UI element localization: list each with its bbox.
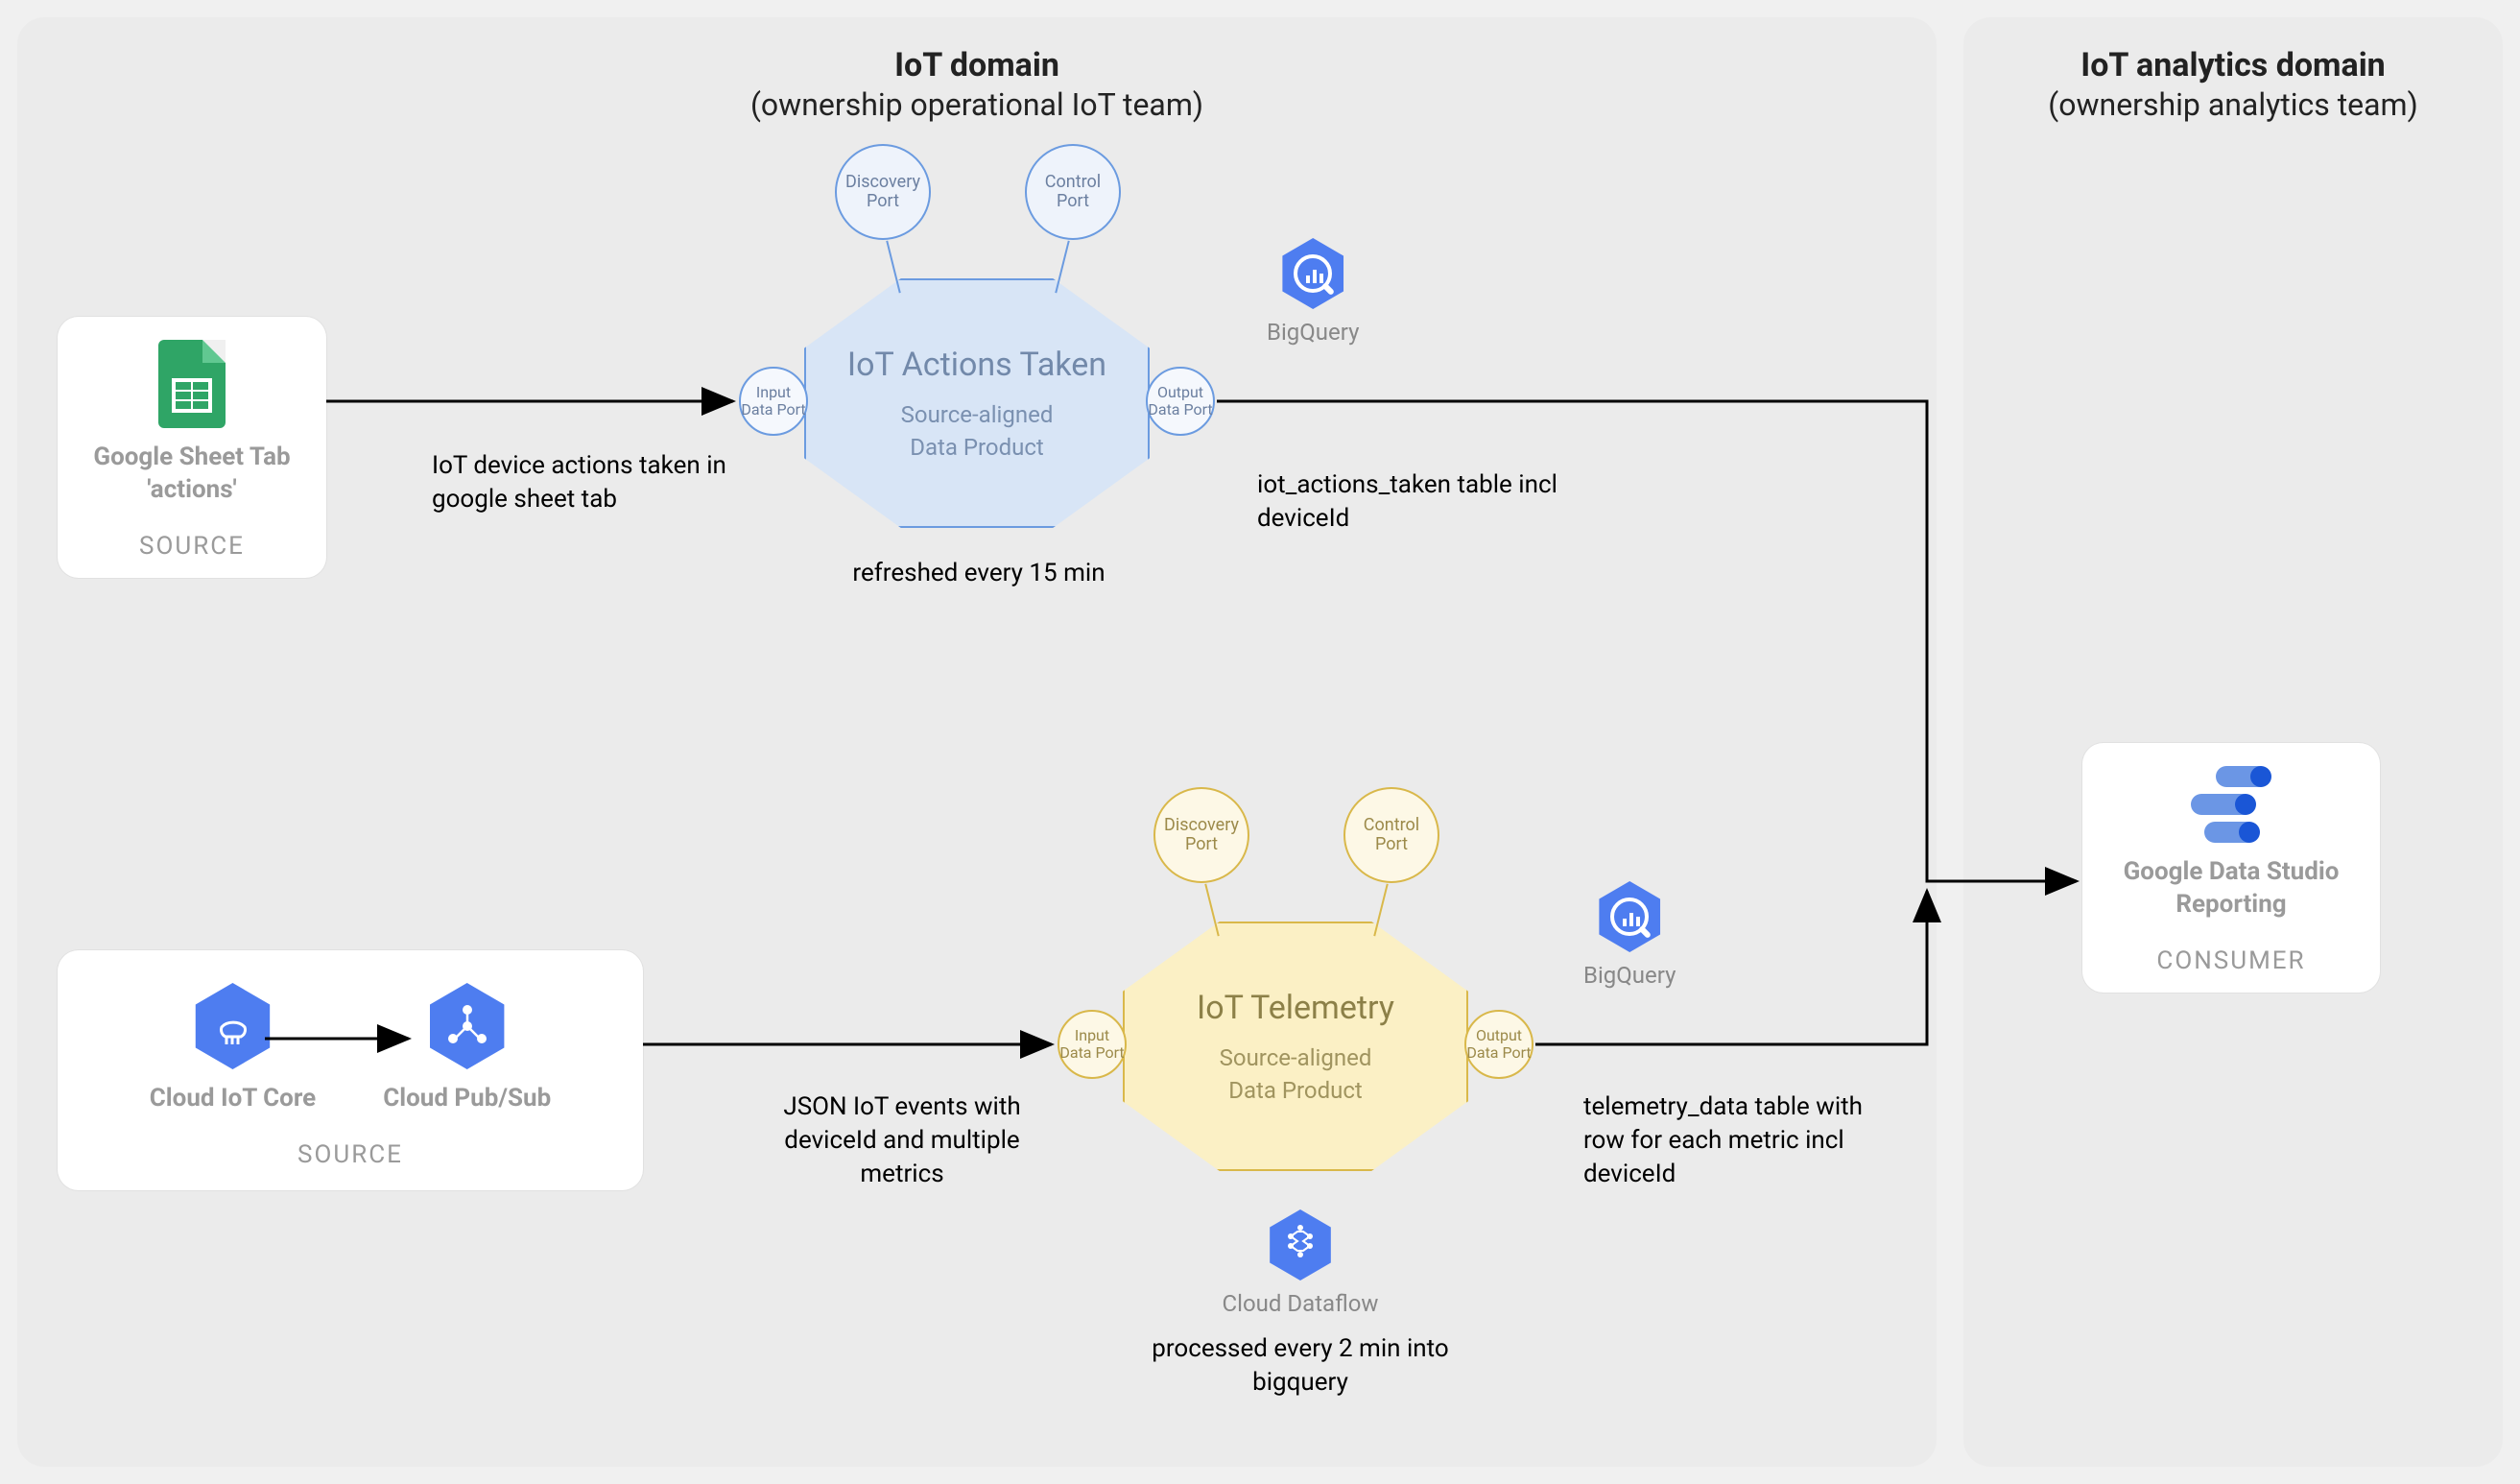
iot-actions-product: IoT Actions Taken Source-aligned Data Pr… [804, 278, 1150, 528]
telemetry-input-port: Input Data Port [1058, 1010, 1127, 1079]
source-iot-pubsub-card: Cloud IoT Core Cloud Pub/Sub SOURCE [58, 950, 643, 1190]
iot-domain-subtitle: (ownership operational IoT team) [17, 86, 1937, 123]
annotation-telemetry-table: telemetry_data table with row for each m… [1583, 1090, 1910, 1191]
cloud-dataflow-icon [1265, 1209, 1336, 1281]
consumer-label: Google Data Studio Reporting [2102, 856, 2361, 922]
dataflow-note: processed every 2 min into bigquery [1142, 1332, 1459, 1400]
consumer-role: CONSUMER [2102, 946, 2361, 975]
dataflow-label: Cloud Dataflow [1200, 1290, 1401, 1317]
telemetry-line1: Source-aligned [1220, 1044, 1372, 1071]
bigquery-label-1: BigQuery [1267, 319, 1359, 346]
bigquery-label-2: BigQuery [1583, 962, 1676, 989]
telemetry-control-port: Control Port [1343, 787, 1439, 883]
sheets-label: Google Sheet Tab 'actions' [77, 442, 307, 507]
cloud-dataflow-icon-group: Cloud Dataflow [1200, 1209, 1401, 1317]
analytics-domain-subtitle: (ownership analytics team) [1963, 86, 2503, 123]
annotation-json-events: JSON IoT events with deviceId and multip… [758, 1090, 1046, 1191]
annotation-sheet-actions: IoT device actions taken in google sheet… [432, 449, 749, 516]
iot-domain-title: IoT domain [17, 46, 1937, 84]
sheets-role: SOURCE [77, 532, 307, 561]
annotation-actions-table: iot_actions_taken table incl deviceId [1257, 468, 1574, 536]
google-sheets-icon [158, 340, 226, 428]
iot-telemetry-octagon: IoT Telemetry Source-aligned Data Produc… [1123, 922, 1468, 1171]
telemetry-title: IoT Telemetry [1197, 989, 1394, 1027]
analytics-domain-box: IoT analytics domain (ownership analytic… [1963, 17, 2503, 1467]
iot-actions-line2: Data Product [910, 434, 1044, 461]
actions-input-port: Input Data Port [739, 367, 808, 436]
actions-discovery-port: Discovery Port [835, 144, 931, 240]
iot-domain-box: IoT domain (ownership operational IoT te… [17, 17, 1937, 1467]
iot-telemetry-product: IoT Telemetry Source-aligned Data Produc… [1123, 922, 1468, 1171]
pubsub-label: Cloud Pub/Sub [383, 1083, 551, 1115]
iot-core-label: Cloud IoT Core [150, 1083, 316, 1115]
bigquery-telemetry-icon-group: BigQuery [1583, 881, 1676, 989]
source-google-sheets-card: Google Sheet Tab 'actions' SOURCE [58, 317, 326, 578]
iot-source-role: SOURCE [86, 1140, 614, 1169]
iot-actions-octagon: IoT Actions Taken Source-aligned Data Pr… [804, 278, 1150, 528]
bigquery-icon-2 [1594, 881, 1665, 952]
iot-actions-title: IoT Actions Taken [847, 346, 1106, 384]
cloud-pubsub-icon [424, 983, 511, 1069]
actions-refresh-note: refreshed every 15 min [835, 557, 1123, 590]
telemetry-output-port: Output Data Port [1464, 1010, 1533, 1079]
actions-control-port: Control Port [1025, 144, 1121, 240]
actions-output-port: Output Data Port [1146, 367, 1215, 436]
bigquery-actions-icon-group: BigQuery [1267, 238, 1359, 346]
consumer-data-studio-card: Google Data Studio Reporting CONSUMER [2082, 743, 2380, 993]
bigquery-icon [1277, 238, 1348, 309]
analytics-domain-title: IoT analytics domain [1963, 46, 2503, 84]
data-studio-icon [2183, 766, 2279, 843]
telemetry-line2: Data Product [1228, 1077, 1363, 1104]
cloud-iot-core-icon [189, 983, 275, 1069]
telemetry-discovery-port: Discovery Port [1153, 787, 1249, 883]
iot-actions-line1: Source-aligned [901, 401, 1054, 428]
